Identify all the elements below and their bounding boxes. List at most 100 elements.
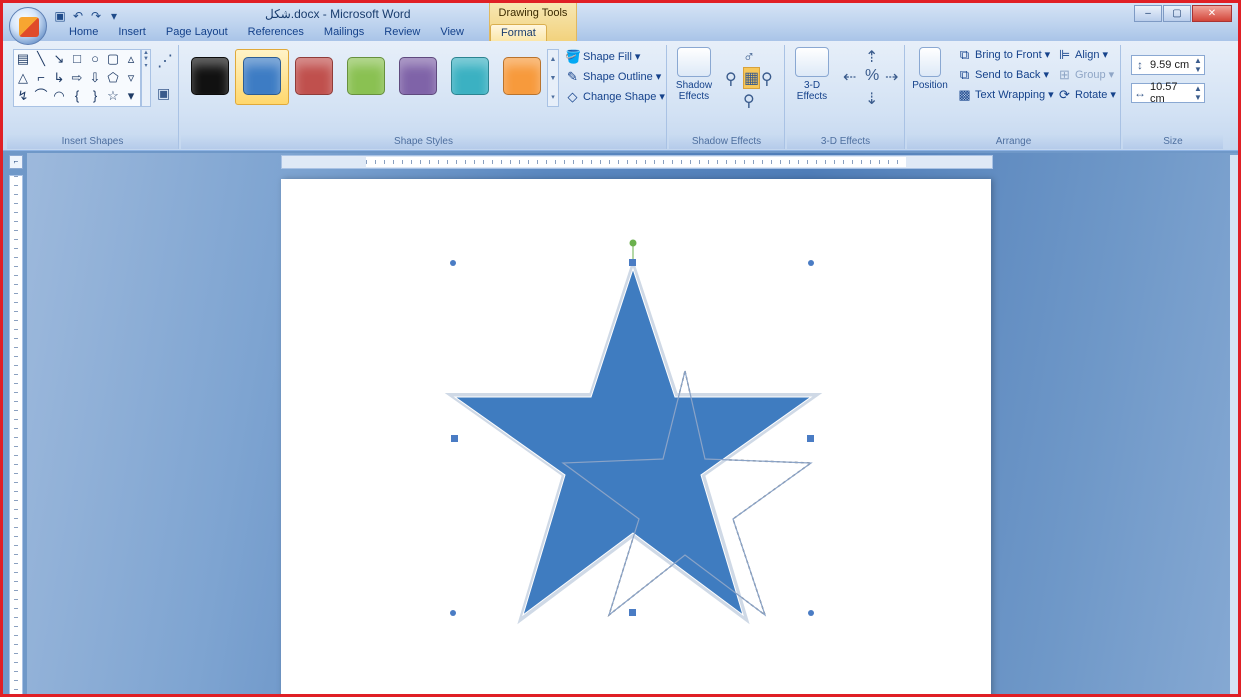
save-icon[interactable]: ▣ bbox=[53, 9, 67, 23]
tilt-down-icon[interactable]: ⇣ bbox=[865, 89, 878, 109]
shape-style-swatch[interactable] bbox=[451, 57, 489, 95]
bring-to-front-button[interactable]: ⧉ Bring to Front ▾ bbox=[957, 47, 1050, 62]
shape-outline-button[interactable]: ✎ Shape Outline ▾ bbox=[565, 69, 661, 84]
text-wrapping-icon: ▩ bbox=[958, 87, 971, 102]
more-shape-icon-2[interactable]: ▿ bbox=[122, 69, 140, 88]
tilt-up-icon[interactable]: ⇡ bbox=[865, 47, 878, 67]
textbox-shape-icon[interactable]: ▤ bbox=[14, 50, 32, 69]
elbow-shape-icon[interactable]: ⌐ bbox=[32, 69, 50, 88]
triangle-shape-icon[interactable]: △ bbox=[14, 69, 32, 88]
redo-icon[interactable]: ↷ bbox=[89, 9, 103, 23]
send-to-back-button[interactable]: ⧉ Send to Back ▾ bbox=[957, 67, 1049, 82]
star-shape-icon[interactable]: ☆ bbox=[104, 87, 122, 106]
document-page[interactable] bbox=[281, 179, 991, 697]
shape-style-swatch[interactable] bbox=[191, 57, 229, 95]
handle-top-left[interactable] bbox=[450, 260, 456, 266]
group-button[interactable]: ⊞ Group ▾ bbox=[1057, 67, 1114, 82]
office-button[interactable] bbox=[9, 7, 47, 45]
text-wrapping-button[interactable]: ▩ Text Wrapping ▾ bbox=[957, 87, 1053, 102]
tab-home[interactable]: Home bbox=[59, 24, 108, 41]
handle-bottom-center[interactable] bbox=[629, 609, 636, 616]
star-shape[interactable] bbox=[453, 267, 813, 617]
brace-right-shape-icon[interactable]: } bbox=[86, 87, 104, 106]
shadow-effects-button[interactable]: Shadow Effects bbox=[673, 47, 715, 102]
brace-left-shape-icon[interactable]: { bbox=[68, 87, 86, 106]
freeform-shape-icon[interactable]: ↯ bbox=[14, 87, 32, 106]
shape-width-value: 10.57 cm bbox=[1150, 81, 1178, 105]
shapes-gallery-scroll[interactable]: ▲ ▼ ▾ bbox=[141, 49, 151, 107]
shape-style-swatch[interactable] bbox=[399, 57, 437, 95]
width-icon: ↔ bbox=[1134, 86, 1146, 100]
3d-cube-icon bbox=[795, 47, 829, 77]
3d-effects-button[interactable]: 3-D Effects bbox=[791, 47, 833, 102]
align-button[interactable]: ⊫ Align ▾ bbox=[1057, 47, 1108, 62]
shape-style-swatch[interactable] bbox=[243, 57, 281, 95]
position-button[interactable]: Position bbox=[909, 47, 951, 91]
nudge-shadow-left-icon[interactable]: ⚲ bbox=[725, 69, 737, 89]
pentagon-shape-icon[interactable]: ⬠ bbox=[104, 69, 122, 88]
down-arrow-shape-icon[interactable]: ⇩ bbox=[86, 69, 104, 88]
shapes-gallery[interactable]: ▤ ╲ ↘ □ ○ ▢ ▵ △ ⌐ ↳ ⇨ ⇩ ⬠ ▿ ↯ ⌒ ◠ { } ☆ bbox=[13, 49, 141, 107]
shape-width-field[interactable]: ↔ 10.57 cm ▲ ▼ bbox=[1131, 81, 1205, 105]
handle-bottom-left[interactable] bbox=[450, 610, 456, 616]
shadow-toggle-icon[interactable]: ▦ bbox=[743, 67, 761, 89]
tab-format[interactable]: Format bbox=[490, 24, 547, 41]
tab-insert[interactable]: Insert bbox=[108, 24, 156, 41]
edit-shape-icon[interactable]: ⋰ bbox=[157, 51, 173, 71]
width-spinner-icon[interactable]: ▲ ▼ bbox=[1192, 84, 1204, 102]
star-drawing[interactable] bbox=[281, 179, 991, 697]
shape-style-swatch[interactable] bbox=[503, 57, 541, 95]
oval-shape-icon[interactable]: ○ bbox=[86, 50, 104, 69]
horizontal-ruler[interactable] bbox=[281, 155, 993, 169]
line-shape-icon[interactable]: ╲ bbox=[32, 50, 50, 69]
vertical-scrollbar[interactable] bbox=[1230, 155, 1238, 694]
vertical-ruler[interactable] bbox=[9, 175, 23, 694]
group-size: ↕ 9.59 cm ▲▼ ↔ 10.57 cm ▲▼ ↘ Size bbox=[1123, 45, 1223, 149]
3d-toggle-icon[interactable]: % bbox=[865, 67, 879, 85]
ribbon-tabs: Home Insert Page Layout References Maili… bbox=[59, 24, 547, 41]
shape-styles-scroll[interactable]: ▲ ▼ ▾ bbox=[547, 49, 559, 107]
nudge-shadow-right-icon[interactable]: ⚲ bbox=[761, 69, 773, 89]
height-spinner-icon[interactable]: ▲ ▼ bbox=[1192, 56, 1204, 74]
shape-style-swatch[interactable] bbox=[347, 57, 385, 95]
more-shapes-icon[interactable]: ▾ bbox=[122, 87, 140, 106]
right-arrow-shape-icon[interactable]: ⇨ bbox=[68, 69, 86, 88]
handle-bottom-right[interactable] bbox=[808, 610, 814, 616]
nudge-shadow-up-icon[interactable]: ♂ bbox=[743, 49, 755, 67]
close-button[interactable]: ✕ bbox=[1192, 5, 1232, 22]
shape-style-swatch[interactable] bbox=[295, 57, 333, 95]
tilt-right-icon[interactable]: ⇢ bbox=[885, 67, 898, 87]
tab-review[interactable]: Review bbox=[374, 24, 430, 41]
handle-middle-left[interactable] bbox=[451, 435, 458, 442]
arrow-line-shape-icon[interactable]: ↘ bbox=[50, 50, 68, 69]
tab-page-layout[interactable]: Page Layout bbox=[156, 24, 238, 41]
tab-view[interactable]: View bbox=[430, 24, 474, 41]
maximize-button[interactable]: ▢ bbox=[1163, 5, 1191, 22]
tab-references[interactable]: References bbox=[238, 24, 314, 41]
align-label: Align bbox=[1075, 48, 1100, 61]
customize-qat-icon[interactable]: ▾ bbox=[107, 9, 121, 23]
rounded-rect-shape-icon[interactable]: ▢ bbox=[104, 50, 122, 69]
curve-shape-icon[interactable]: ⌒ bbox=[32, 87, 50, 106]
more-shape-icon[interactable]: ▵ bbox=[122, 50, 140, 69]
arc-shape-icon[interactable]: ◠ bbox=[50, 87, 68, 106]
ruler-toggle-icon[interactable]: ⌐ bbox=[9, 155, 23, 169]
shape-height-field[interactable]: ↕ 9.59 cm ▲ ▼ bbox=[1131, 55, 1205, 75]
shape-fill-button[interactable]: 🪣 Shape Fill ▾ bbox=[565, 49, 640, 64]
tilt-left-icon[interactable]: ⇠ bbox=[843, 67, 856, 87]
handle-middle-right[interactable] bbox=[807, 435, 814, 442]
nudge-shadow-down-icon[interactable]: ⚲ bbox=[743, 91, 755, 111]
rotate-button[interactable]: ⟳ Rotate ▾ bbox=[1057, 87, 1116, 102]
group-label: Group bbox=[1075, 68, 1106, 81]
quick-access-toolbar: ▣ ↶ ↷ ▾ bbox=[53, 7, 121, 25]
rectangle-shape-icon[interactable]: □ bbox=[68, 50, 86, 69]
tab-mailings[interactable]: Mailings bbox=[314, 24, 374, 41]
change-shape-button[interactable]: ◇ Change Shape ▾ bbox=[565, 89, 665, 104]
draw-textbox-icon[interactable]: ▣ bbox=[157, 85, 170, 102]
rotate-handle[interactable] bbox=[629, 239, 637, 247]
minimize-button[interactable]: – bbox=[1134, 5, 1162, 22]
undo-icon[interactable]: ↶ bbox=[71, 9, 85, 23]
handle-top-center[interactable] bbox=[629, 259, 636, 266]
handle-top-right[interactable] bbox=[808, 260, 814, 266]
elbow-arrow-shape-icon[interactable]: ↳ bbox=[50, 69, 68, 88]
